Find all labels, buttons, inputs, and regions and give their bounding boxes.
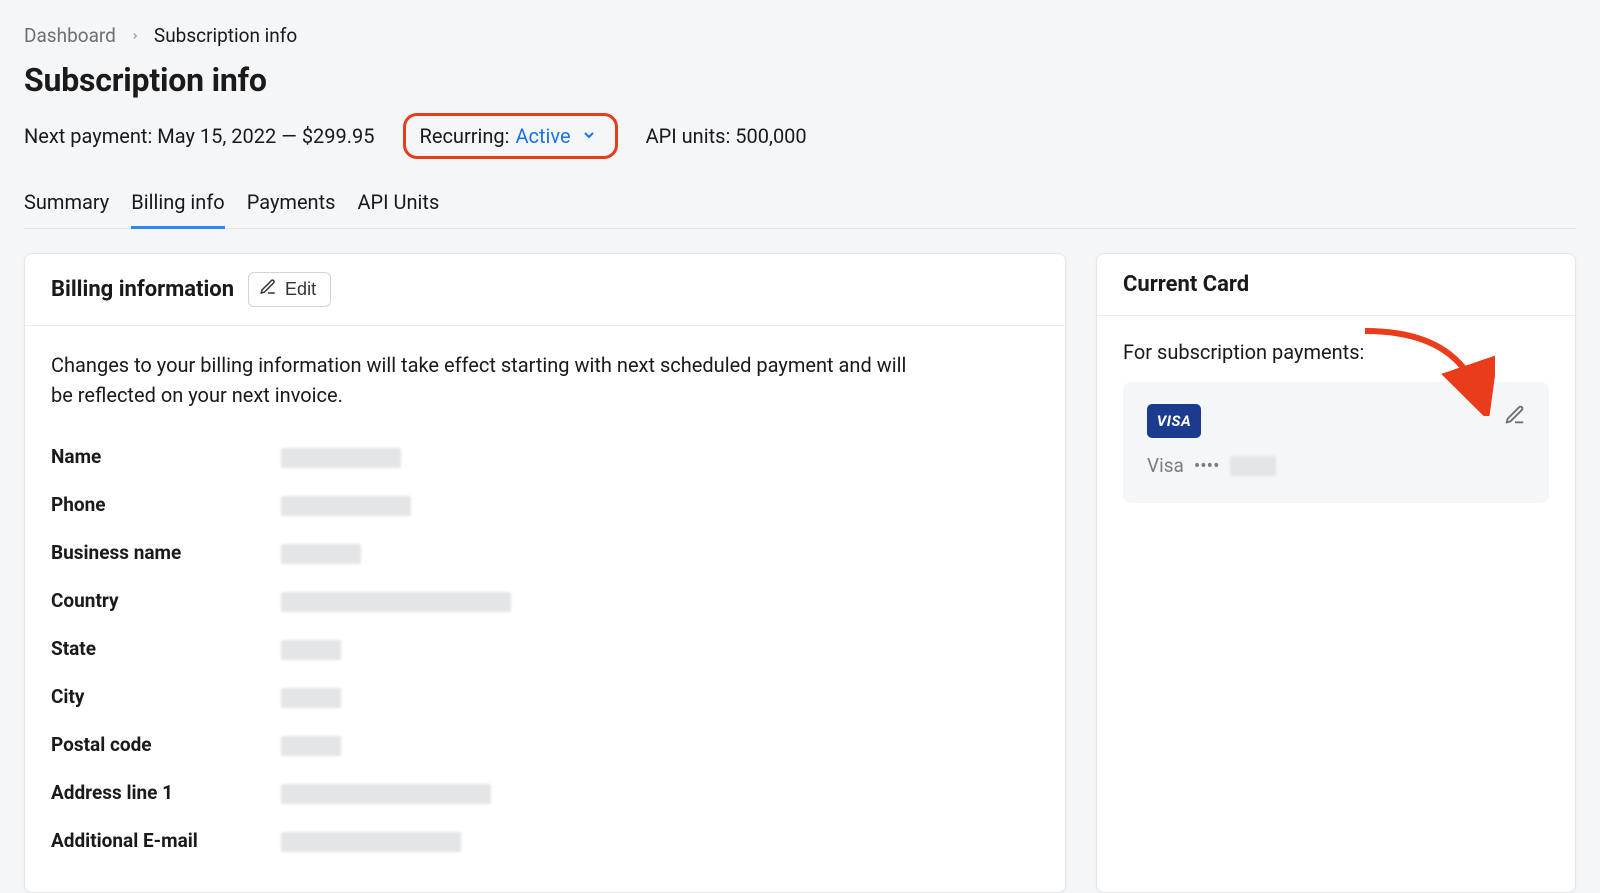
- current-card-card: Current Card For subscription payments: …: [1096, 253, 1576, 893]
- field-additional-email: Additional E-mail: [51, 816, 1039, 864]
- chevron-down-icon: [581, 124, 597, 148]
- field-name: Name: [51, 432, 1039, 480]
- field-phone: Phone: [51, 480, 1039, 528]
- current-card-title: Current Card: [1123, 272, 1249, 297]
- tab-summary[interactable]: Summary: [24, 190, 109, 229]
- breadcrumb-dashboard[interactable]: Dashboard: [24, 24, 116, 47]
- edit-billing-button[interactable]: Edit: [248, 272, 331, 307]
- api-units: API units: 500,000: [646, 124, 807, 148]
- card-brand-text: Visa: [1147, 454, 1184, 477]
- tab-api-units[interactable]: API Units: [357, 190, 439, 229]
- field-address-line-1: Address line 1: [51, 768, 1039, 816]
- billing-information-card: Billing information Edit Changes to your…: [24, 253, 1066, 893]
- field-city: City: [51, 672, 1039, 720]
- tab-payments[interactable]: Payments: [247, 190, 336, 229]
- tab-bar: Summary Billing info Payments API Units: [24, 189, 1576, 229]
- field-state: State: [51, 624, 1039, 672]
- edit-card-button[interactable]: [1503, 404, 1527, 428]
- breadcrumb: Dashboard Subscription info: [24, 24, 1576, 47]
- pencil-icon: [259, 278, 277, 301]
- field-business-name: Business name: [51, 528, 1039, 576]
- card-last4-redacted: [1230, 456, 1276, 476]
- card-masked-dots: ••••: [1194, 454, 1220, 477]
- subscription-meta: Next payment: May 15, 2022 — $299.95 Rec…: [24, 113, 1576, 159]
- visa-badge-icon: VISA: [1147, 404, 1201, 438]
- field-postal-code: Postal code: [51, 720, 1039, 768]
- page-title: Subscription info: [24, 61, 1576, 99]
- payment-card-block: VISA Visa ••••: [1123, 382, 1549, 503]
- next-payment: Next payment: May 15, 2022 — $299.95: [24, 124, 375, 148]
- field-country: Country: [51, 576, 1039, 624]
- billing-card-title: Billing information: [51, 277, 234, 302]
- billing-description: Changes to your billing information will…: [51, 350, 931, 410]
- current-card-subtitle: For subscription payments:: [1123, 340, 1549, 364]
- recurring-dropdown[interactable]: Recurring: Active: [403, 113, 618, 159]
- tab-billing-info[interactable]: Billing info: [131, 190, 224, 229]
- breadcrumb-current: Subscription info: [154, 24, 297, 47]
- chevron-right-icon: [130, 26, 140, 45]
